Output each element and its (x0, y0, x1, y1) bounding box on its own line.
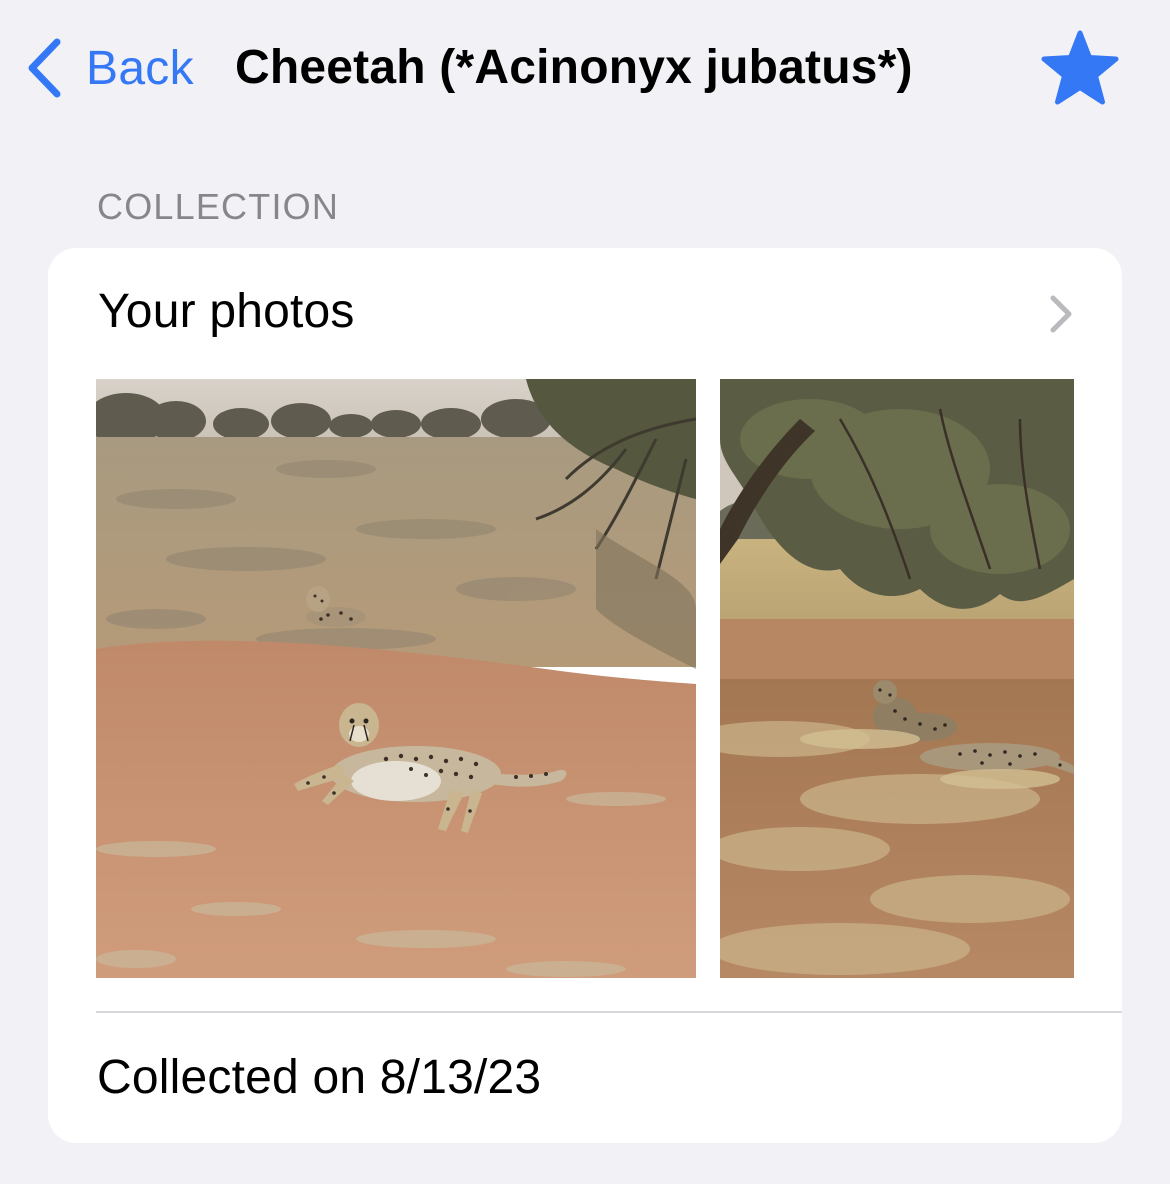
cheetah-photo-2[interactable] (720, 379, 1074, 978)
chevron-right-icon (1050, 295, 1072, 333)
your-photos-label: Your photos (98, 285, 355, 338)
page-title: Cheetah (*Acinonyx jubatus*) (235, 41, 913, 94)
back-button[interactable]: Back (26, 36, 194, 100)
star-filled-icon (1041, 30, 1119, 105)
collected-date-label: Collected on 8/13/23 (97, 1051, 542, 1104)
collection-card: Your photos Collected on 8/13/23 (48, 248, 1122, 1143)
cheetah-photo-1[interactable] (96, 379, 696, 978)
chevron-left-icon (28, 38, 61, 98)
your-photos-row[interactable]: Your photos (48, 248, 1122, 378)
navigation-bar: Back Cheetah (*Acinonyx jubatus*) (0, 0, 1170, 140)
back-label: Back (86, 41, 194, 95)
favorite-button[interactable] (1040, 30, 1120, 106)
row-divider (96, 1011, 1122, 1013)
section-header-collection: COLLECTION (97, 186, 340, 227)
